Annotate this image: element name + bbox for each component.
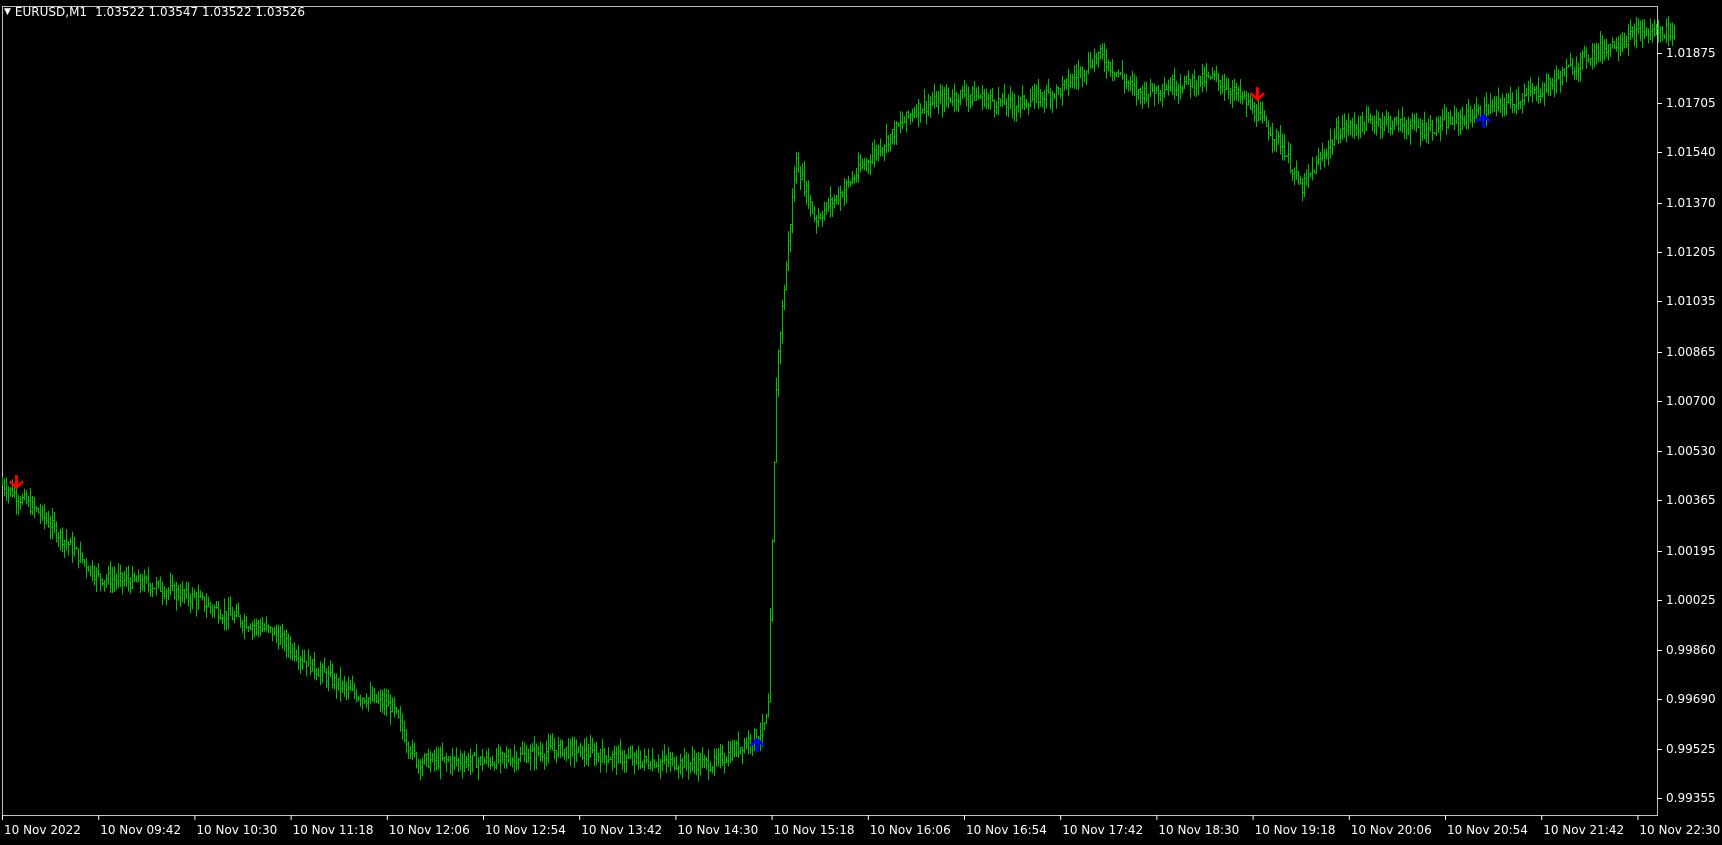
x-tick-label: 10 Nov 13:42 (581, 823, 662, 837)
x-tick-label: 10 Nov 15:18 (774, 823, 855, 837)
price-bars (1, 16, 1676, 782)
y-tick-label: 1.00530 (1666, 444, 1716, 458)
x-tick-label: 10 Nov 18:30 (1158, 823, 1239, 837)
y-tick-label: 1.00700 (1666, 394, 1716, 408)
x-tick-label: 10 Nov 19:18 (1255, 823, 1336, 837)
arrow-shape (8, 475, 24, 490)
buy-arrow-icon (1475, 113, 1491, 128)
chart-canvas[interactable]: 1.01875 1.01705 1.01540 1.01370 1.01205 1.010… (0, 0, 1722, 841)
y-tick-label: 1.00195 (1666, 544, 1716, 558)
x-tick-label: 10 Nov 17:42 (1062, 823, 1143, 837)
symbol-timeframe-label: EURUSD,M1 (14, 5, 88, 19)
price-chart[interactable]: ▼ EURUSD,M1 1.03522 1.03547 1.03522 1.03… (0, 0, 1722, 841)
x-tick-label: 10 Nov 16:06 (870, 823, 951, 837)
x-tick-label: 10 Nov 2022 (4, 823, 81, 837)
y-tick-label: 1.01035 (1666, 294, 1716, 308)
x-tick-label: 10 Nov 14:30 (677, 823, 758, 837)
x-tick-label: 10 Nov 21:42 (1543, 823, 1624, 837)
y-tick-label: 1.00865 (1666, 345, 1716, 359)
sell-arrow-icon (8, 475, 24, 490)
arrow-shape (1475, 113, 1491, 128)
x-tick-label: 10 Nov 12:54 (485, 823, 566, 837)
y-tick-label: 0.99690 (1666, 692, 1716, 706)
y-tick-label: 0.99355 (1666, 791, 1716, 805)
y-tick-label: 1.01205 (1666, 245, 1716, 259)
x-tick-label: 10 Nov 11:18 (293, 823, 374, 837)
ohlc-label: 1.03522 1.03547 1.03522 1.03526 (95, 5, 306, 19)
y-tick-label: 0.99860 (1666, 643, 1716, 657)
y-tick-label: 1.00365 (1666, 493, 1716, 507)
y-tick-label: 0.99525 (1666, 742, 1716, 756)
x-tick-label: 10 Nov 20:54 (1447, 823, 1528, 837)
y-tick-label: 1.01875 (1666, 46, 1716, 60)
x-tick-label: 10 Nov 20:06 (1351, 823, 1432, 837)
plot-border (2, 6, 1658, 816)
x-tick-label: 10 Nov 09:42 (100, 823, 181, 837)
chart-header: ▼ EURUSD,M1 1.03522 1.03547 1.03522 1.03… (4, 5, 305, 19)
x-tick-label: 10 Nov 10:30 (196, 823, 277, 837)
chart-menu-triangle-icon[interactable]: ▼ (4, 7, 11, 17)
y-tick-label: 1.00025 (1666, 593, 1716, 607)
y-tick-label: 1.01705 (1666, 96, 1716, 110)
y-tick-label: 1.01370 (1666, 196, 1716, 210)
x-tick-label: 10 Nov 22:30 (1639, 823, 1720, 837)
x-tick-label: 10 Nov 16:54 (966, 823, 1047, 837)
x-tick-label: 10 Nov 12:06 (389, 823, 470, 837)
y-tick-label: 1.01540 (1666, 145, 1716, 159)
